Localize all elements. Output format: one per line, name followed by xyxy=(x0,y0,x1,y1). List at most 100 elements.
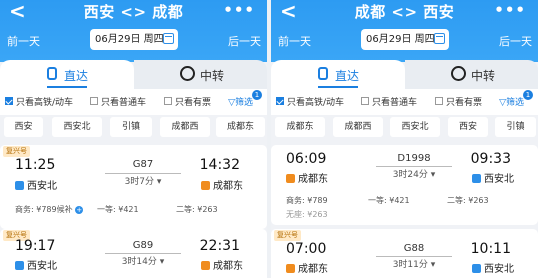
station-chip[interactable]: 成都西 xyxy=(160,117,210,137)
waitlist-add-icon[interactable]: + xyxy=(75,206,84,214)
tab-bar: 直达 中转 xyxy=(0,60,267,89)
origin-icon xyxy=(286,264,295,273)
tab-label: 直达 xyxy=(64,69,89,83)
prev-day-button[interactable]: 前一天 xyxy=(278,33,311,49)
departure-time: 11:25 xyxy=(15,157,56,173)
tab-transfer[interactable]: 中转 xyxy=(134,60,267,89)
terminal-icon xyxy=(201,261,210,270)
fuxing-tag: 复兴号 xyxy=(3,146,30,157)
next-day-button[interactable]: 后一天 xyxy=(228,33,261,49)
station-chip[interactable]: 西安北 xyxy=(52,117,102,137)
filter-badge: 1 xyxy=(252,90,262,100)
station-chip[interactable]: 成都西 xyxy=(333,117,383,137)
right-panel: < 成都 <> 西安 ••• 前一天 06月29日 周四 后一天 直达 中转 只… xyxy=(271,0,538,278)
train-card[interactable]: 复兴号 07:00 G88 3时11分 ▾ 10:11 成都东 西安北 xyxy=(271,229,538,278)
normal-checkbox[interactable] xyxy=(90,97,98,105)
left-panel: < 西安 <> 成都 ••• 前一天 06月29日 周四 后一天 直达 中转 只… xyxy=(0,0,267,278)
header: < 成都 <> 西安 ••• 前一天 06月29日 周四 后一天 xyxy=(271,0,538,62)
high-speed-checkbox[interactable] xyxy=(5,97,13,105)
date-label: 06月29日 周四 xyxy=(366,34,435,45)
terminal-icon xyxy=(201,181,210,190)
date-selector[interactable]: 06月29日 周四 xyxy=(361,29,449,50)
station-chips: 西安 西安北 引镇 成都西 成都东 xyxy=(0,115,267,143)
train-card[interactable]: 复兴号 11:25 G87 3时7分 ▾ 14:32 西安北 成都东 商务: ¥… xyxy=(0,145,267,229)
departure-time: 19:17 xyxy=(15,238,56,254)
calendar-icon xyxy=(434,33,445,44)
arrival-time: 10:11 xyxy=(470,241,511,257)
high-speed-checkbox[interactable] xyxy=(276,97,284,105)
seat-second: 二等: ¥263 xyxy=(176,205,218,214)
transfer-icon xyxy=(451,66,466,81)
date-selector[interactable]: 06月29日 周四 xyxy=(90,29,178,50)
pass-icon xyxy=(15,181,24,190)
prev-day-button[interactable]: 前一天 xyxy=(7,33,40,49)
filter-label: 筛选 xyxy=(505,98,524,108)
filter-badge: 1 xyxy=(523,90,533,100)
pass-icon xyxy=(472,264,481,273)
has-ticket-checkbox[interactable] xyxy=(164,97,172,105)
train-card[interactable]: 复兴号 19:17 G89 3时14分 ▾ 22:31 西安北 成都东 xyxy=(0,229,267,278)
next-day-button[interactable]: 后一天 xyxy=(499,33,532,49)
station-chip[interactable]: 成都东 xyxy=(275,117,325,137)
duration: 3时24分 ▾ xyxy=(392,170,436,180)
seat-standing: 无座: ¥263 xyxy=(286,210,328,219)
pass-icon xyxy=(15,261,24,270)
seat-second: 二等: ¥263 xyxy=(447,196,489,205)
station-chip[interactable]: 西安北 xyxy=(390,117,440,137)
train-number: G88 xyxy=(403,243,425,254)
filter-bar: 只看高铁/动车 只看普通车 只看有票 ▽筛选 1 xyxy=(271,89,538,115)
to-station: 西安北 xyxy=(472,260,514,275)
seat-business: 商务: ¥789 xyxy=(286,196,328,205)
normal-checkbox[interactable] xyxy=(361,97,369,105)
fuxing-tag: 复兴号 xyxy=(274,230,301,241)
departure-time: 06:09 xyxy=(286,151,327,167)
more-icon[interactable]: ••• xyxy=(494,1,526,19)
station-chip[interactable]: 成都东 xyxy=(216,117,265,137)
seat-business: 商务: ¥789候补 + xyxy=(15,205,84,214)
departure-time: 07:00 xyxy=(286,241,327,257)
station-chips: 成都东 成都西 西安北 西安 引镇 xyxy=(271,115,538,143)
high-speed-label[interactable]: 只看高铁/动车 xyxy=(16,95,73,108)
to-station: 成都东 xyxy=(201,177,243,192)
train-number: G89 xyxy=(132,240,154,251)
station-chip[interactable]: 引镇 xyxy=(110,117,152,137)
train-number: D1998 xyxy=(397,153,431,164)
calendar-icon xyxy=(163,33,174,44)
header: < 西安 <> 成都 ••• 前一天 06月29日 周四 后一天 xyxy=(0,0,267,62)
from-station: 西安北 xyxy=(15,177,57,192)
normal-label[interactable]: 只看普通车 xyxy=(101,95,146,108)
tab-direct[interactable]: 直达 xyxy=(271,60,405,89)
has-ticket-label[interactable]: 只看有票 xyxy=(175,95,211,108)
duration: 3时14分 ▾ xyxy=(121,257,165,267)
from-station: 成都东 xyxy=(286,260,328,275)
tab-label: 中转 xyxy=(200,69,225,83)
arrival-time: 22:31 xyxy=(199,238,240,254)
tab-label: 中转 xyxy=(471,69,496,83)
high-speed-label[interactable]: 只看高铁/动车 xyxy=(287,95,344,108)
has-ticket-checkbox[interactable] xyxy=(435,97,443,105)
station-chip[interactable]: 西安 xyxy=(4,117,43,137)
filter-button[interactable]: ▽筛选 xyxy=(228,95,253,108)
train-card[interactable]: 06:09 D1998 3时24分 ▾ 09:33 成都东 西安北 商务: ¥7… xyxy=(271,145,538,225)
duration: 3时11分 ▾ xyxy=(392,260,436,270)
more-icon[interactable]: ••• xyxy=(223,1,255,19)
train-icon xyxy=(318,67,328,80)
has-ticket-label[interactable]: 只看有票 xyxy=(446,95,482,108)
from-station: 成都东 xyxy=(286,170,328,185)
train-icon xyxy=(47,67,57,80)
tab-underline xyxy=(318,86,358,88)
from-station: 西安北 xyxy=(15,257,57,272)
station-chip[interactable]: 西安 xyxy=(448,117,488,137)
filter-bar: 只看高铁/动车 只看普通车 只看有票 ▽筛选 1 xyxy=(0,89,267,115)
to-station: 西安北 xyxy=(472,170,514,185)
arrival-time: 09:33 xyxy=(470,151,511,167)
tab-transfer[interactable]: 中转 xyxy=(405,60,538,89)
duration: 3时7分 ▾ xyxy=(124,177,162,187)
seat-first: 一等: ¥421 xyxy=(97,205,139,214)
normal-label[interactable]: 只看普通车 xyxy=(372,95,417,108)
tab-label: 直达 xyxy=(335,69,360,83)
arrival-time: 14:32 xyxy=(199,157,240,173)
station-chip[interactable]: 引镇 xyxy=(495,117,536,137)
filter-button[interactable]: ▽筛选 xyxy=(499,95,524,108)
tab-direct[interactable]: 直达 xyxy=(0,60,134,89)
